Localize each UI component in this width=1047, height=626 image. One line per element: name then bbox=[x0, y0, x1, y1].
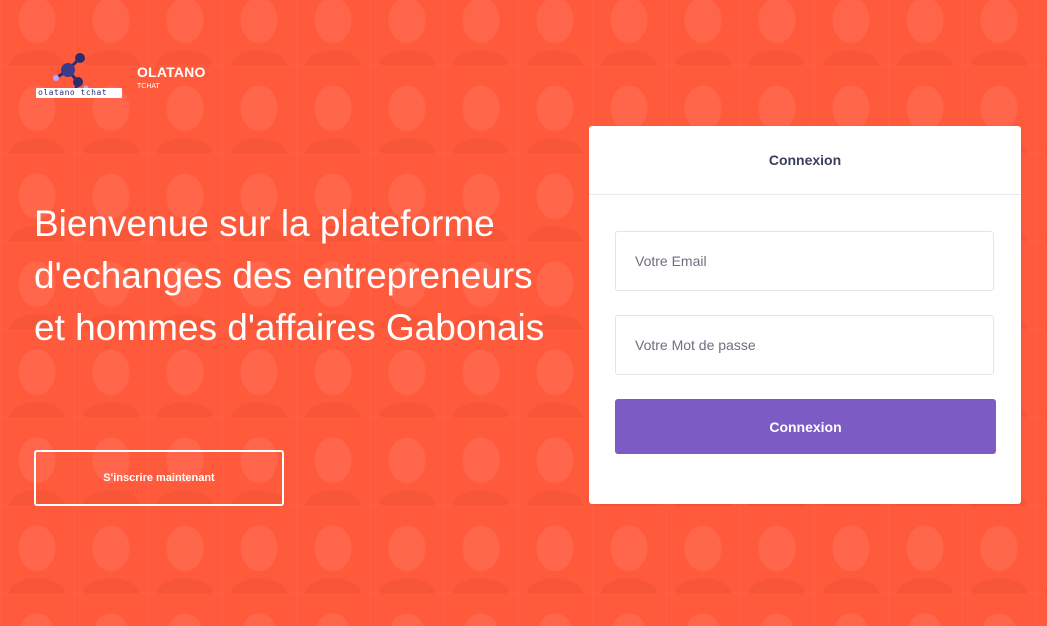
login-card-title: Connexion bbox=[589, 126, 1021, 195]
logo-wordmark: olatano tchat bbox=[38, 88, 108, 97]
hero-title: Bienvenue sur la plateforme d'echanges d… bbox=[34, 203, 545, 348]
login-page: olatano tchat OLATANO TCHAT Bienvenue su… bbox=[0, 0, 1047, 626]
password-field[interactable] bbox=[615, 315, 994, 375]
brand-name: OLATANO bbox=[137, 64, 206, 80]
signup-button[interactable]: S'inscrire maintenant bbox=[34, 450, 284, 506]
email-field[interactable] bbox=[615, 231, 994, 291]
brand-logo: olatano tchat bbox=[34, 48, 124, 104]
login-card: Connexion Connexion bbox=[589, 126, 1021, 504]
login-submit-button[interactable]: Connexion bbox=[615, 399, 996, 454]
brand-subtitle: TCHAT bbox=[137, 83, 160, 90]
brand-text: OLATANO TCHAT bbox=[137, 64, 206, 92]
